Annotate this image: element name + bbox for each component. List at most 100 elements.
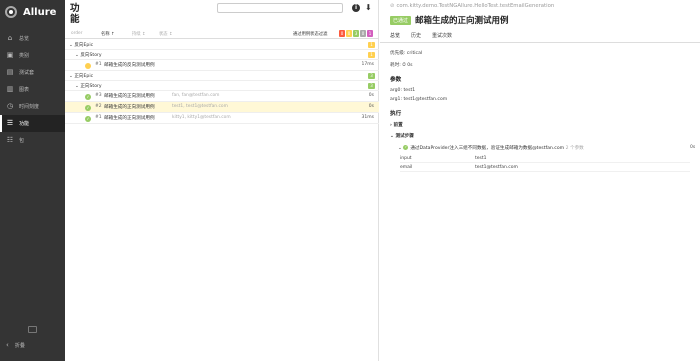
- page-title: 功能: [70, 3, 80, 25]
- sort-order[interactable]: order: [71, 31, 82, 36]
- test-name: 邮箱生成的正向测试用例: [104, 94, 155, 99]
- passed-icon: ✓: [403, 145, 409, 150]
- sidebar-item-3[interactable]: ▥ 图表: [0, 81, 65, 98]
- execution-heading: 执行: [390, 111, 402, 117]
- param-name: email: [400, 165, 413, 170]
- test-number: #1: [95, 115, 102, 120]
- sidebar-item-label: 总览: [19, 36, 30, 42]
- sort-status[interactable]: 状态 ↕: [159, 31, 173, 37]
- search-input[interactable]: [217, 3, 343, 13]
- tree-group[interactable]: ⌄ 正向Story 3: [65, 81, 379, 91]
- sidebar-item-label: 包: [19, 138, 25, 144]
- collapse-label: 折叠: [14, 342, 25, 349]
- sidebar-item-1[interactable]: ▣ 类别: [0, 47, 65, 64]
- chevron-down-icon: ⌄: [398, 146, 402, 151]
- allure-logo-icon: [5, 6, 17, 18]
- step-meta: 2 个参数: [565, 146, 584, 151]
- info-icon[interactable]: i: [352, 4, 360, 12]
- tree-group[interactable]: ⌄ 反向Epic 1: [65, 40, 379, 50]
- link-icon: ⊘: [390, 3, 395, 9]
- sidebar-item-label: 时间刻度: [19, 104, 40, 110]
- divider: [380, 42, 700, 43]
- status-filter-chip[interactable]: 0: [346, 30, 352, 37]
- status-filter-chip[interactable]: 3: [353, 30, 359, 37]
- behaviors-tree: ⌄ 反向Epic 1 ⌄ 反向Story 1 #1 邮箱生成的反向测试用例 17ms ⌄ 正向…: [65, 40, 379, 124]
- download-icon[interactable]: ⬇: [365, 3, 372, 12]
- param-value: test1@testfan.com: [475, 165, 518, 170]
- sidebar-bottom: ‹ 折叠: [0, 326, 65, 349]
- test-name: 邮箱生成的反向测试用例: [104, 63, 155, 68]
- params-heading: 参数: [390, 77, 402, 83]
- param-arg0: arg0: test1: [390, 88, 416, 93]
- sidebar-item-label: 类别: [19, 53, 30, 59]
- severity: 优先级: critical: [390, 51, 423, 56]
- sidebar-item-5[interactable]: ☰ 功能: [0, 115, 65, 132]
- test-name: 邮箱生成的正向测试用例: [104, 105, 155, 110]
- passed-icon: ✓: [85, 115, 91, 122]
- test-number: #1: [95, 62, 102, 67]
- sort-duration[interactable]: 持续 ↕: [132, 31, 146, 37]
- test-number: #3: [95, 93, 102, 98]
- home-icon: ⌂: [7, 34, 13, 42]
- count-badge: 3: [368, 82, 375, 89]
- divider: [65, 38, 379, 39]
- logo[interactable]: Allure: [0, 0, 65, 24]
- behaviors-panel: 功能 i ⬇ order 名称 ↑ 持续 ↕ 状态 ↕ 通过用例状态过滤 003…: [65, 0, 379, 361]
- test-params: kitty1, kitty1@testfan.com: [172, 115, 231, 120]
- step-duration: 0s: [690, 145, 696, 150]
- status-filter-chip[interactable]: 1: [367, 30, 373, 37]
- param-arg1: arg1: test1@testfan.com: [390, 97, 448, 102]
- status-filter-chip[interactable]: 0: [360, 30, 366, 37]
- step-params-table: input test1 email test1@testfan.com: [400, 154, 690, 172]
- sidebar-item-label: 功能: [19, 121, 30, 127]
- test-row[interactable]: ✓ #2 邮箱生成的正向测试用例 test1, test1@testfan.com 0s: [65, 102, 379, 113]
- test-row[interactable]: ✓ #1 邮箱生成的正向测试用例 kitty1, kitty1@testfan.com…: [65, 113, 379, 124]
- sidebar-item-0[interactable]: ⌂ 总览: [0, 30, 65, 47]
- test-duration: 0s: [368, 93, 374, 98]
- sidebar-item-4[interactable]: ◷ 时间刻度: [0, 98, 65, 115]
- test-duration: 17ms: [361, 62, 374, 67]
- app-title: Allure: [23, 6, 57, 18]
- tree-group[interactable]: ⌄ 正向Epic 3: [65, 71, 379, 81]
- param-name: input: [400, 156, 412, 161]
- tree-group-label: ⌄ 正向Epic: [69, 73, 94, 79]
- test-params: fan, fan@testfan.com: [172, 93, 220, 98]
- step-row[interactable]: ⌄ ✓ 通过DataProvider注入三组不同数据，验证生成邮箱为数据@test…: [398, 145, 584, 151]
- packages-icon: ☷: [6, 136, 14, 144]
- status-filter-label: 通过用例状态过滤: [293, 31, 328, 37]
- tree-group-label: ⌄ 反向Story: [75, 52, 102, 58]
- sidebar-item-label: 图表: [19, 87, 30, 93]
- sidebar: Allure ⌂ 总览 ▣ 类别 ▤ 测试套 ▥ 图表 ◷ 时间刻度 ☰ 功能 ☷ 包 ‹ 折叠: [0, 0, 65, 361]
- test-duration: 31ms: [361, 115, 374, 120]
- broken-icon: [85, 62, 91, 69]
- test-path: ⊘ com.kitty.demo.TestNGAllure.HelloTest.t…: [390, 3, 555, 9]
- sidebar-nav: ⌂ 总览 ▣ 类别 ▤ 测试套 ▥ 图表 ◷ 时间刻度 ☰ 功能 ☷ 包: [0, 30, 65, 149]
- briefcase-icon: ▣: [6, 51, 14, 59]
- test-body-section[interactable]: ⌄ 测试步骤: [390, 133, 414, 139]
- sidebar-item-label: 测试套: [19, 70, 35, 76]
- sidebar-item-2[interactable]: ▤ 测试套: [0, 64, 65, 81]
- suites-icon: ▤: [6, 68, 14, 76]
- tree-group-label: ⌄ 正向Story: [75, 83, 102, 89]
- tree-group-label: ⌄ 反向Epic: [69, 42, 94, 48]
- test-duration: 0s: [368, 104, 374, 109]
- keyboard-icon[interactable]: [28, 326, 37, 333]
- test-name: 邮箱生成的正向测试用例: [104, 116, 155, 121]
- clock-icon: ◷: [6, 102, 14, 110]
- count-badge: 3: [368, 72, 375, 79]
- sidebar-item-6[interactable]: ☷ 包: [0, 132, 65, 149]
- before-section[interactable]: › 前置: [390, 122, 403, 128]
- chevron-left-icon: ‹: [6, 341, 9, 349]
- test-row[interactable]: ✓ #3 邮箱生成的正向测试用例 fan, fan@testfan.com 0s: [65, 91, 379, 102]
- status-filter-chip[interactable]: 0: [339, 30, 345, 37]
- test-detail-panel: ⊘ com.kitty.demo.TestNGAllure.HelloTest.t…: [380, 0, 700, 361]
- passed-icon: ✓: [85, 104, 91, 111]
- test-title: 邮箱生成的正向测试用例: [415, 16, 509, 26]
- status-filter-chips: 00301: [339, 30, 373, 37]
- collapse-button[interactable]: ‹ 折叠: [0, 341, 65, 349]
- sort-name[interactable]: 名称 ↑: [101, 31, 115, 37]
- param-row: email test1@testfan.com: [400, 163, 690, 172]
- tree-group[interactable]: ⌄ 反向Story 1: [65, 50, 379, 60]
- test-row[interactable]: #1 邮箱生成的反向测试用例 17ms: [65, 60, 379, 71]
- param-value: test1: [475, 156, 487, 161]
